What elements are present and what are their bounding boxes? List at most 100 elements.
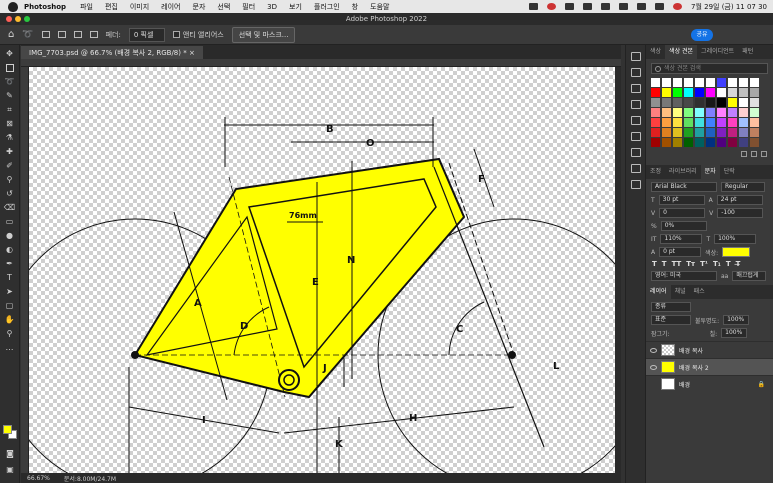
new-swatch-icon[interactable] [751,151,757,157]
document-size[interactable]: 문서:8.00M/24.7M [64,474,116,483]
color-swatch[interactable] [673,88,682,97]
color-swatch[interactable] [728,88,737,97]
clone-source-icon[interactable] [630,148,641,157]
document-canvas[interactable]: B O F 76mm N E A D C L J I H K [29,67,621,473]
color-swatch[interactable] [651,128,660,137]
select-and-mask-button[interactable]: 선택 및 마스크... [231,26,296,43]
color-swatch[interactable] [717,88,726,97]
sync-icon[interactable] [565,3,574,10]
type-tool[interactable]: T [4,272,16,283]
color-swatch[interactable] [695,108,704,117]
faux-italic-button[interactable]: T [662,260,667,268]
new-group-icon[interactable] [741,151,747,157]
tsume-input[interactable]: 0% [660,221,707,231]
trash-icon[interactable] [761,151,767,157]
zoom-tool[interactable]: ⚲ [4,328,16,339]
color-swatch[interactable] [695,78,704,87]
color-swatch[interactable] [684,138,693,147]
color-swatch[interactable] [662,98,671,107]
tab-color[interactable]: 색상 [646,45,665,59]
color-swatch[interactable] [706,128,715,137]
antialias-select[interactable]: 매끄럽게 [732,271,767,281]
menu-app-name[interactable]: Photoshop [24,3,66,11]
color-swatch[interactable] [684,78,693,87]
cloud-icon[interactable] [529,3,538,10]
blend-mode-select[interactable]: 표준 [651,315,691,325]
color-swatch[interactable] [750,78,759,87]
eyedropper-tool[interactable]: ⚗ [4,132,16,143]
superscript-button[interactable]: T¹ [700,260,708,268]
color-swatch[interactable] [717,108,726,117]
fill-input[interactable]: 100% [721,328,748,338]
vertical-scale-input[interactable]: 110% [660,234,703,244]
font-family-select[interactable]: Arial Black [651,182,717,192]
color-swatch[interactable] [706,108,715,117]
home-icon[interactable]: ⌂ [8,29,14,40]
color-swatch[interactable] [728,98,737,107]
color-swatch[interactable] [695,88,704,97]
color-swatch[interactable] [673,138,682,147]
color-swatch[interactable] [706,78,715,87]
opacity-input[interactable]: 100% [723,315,750,325]
color-swatch[interactable] [750,138,759,147]
color-swatch[interactable] [739,138,748,147]
color-swatch[interactable] [706,118,715,127]
small-caps-button[interactable]: Tт [686,260,695,268]
layer-filter-select[interactable]: 종류 [651,302,691,312]
color-swatch[interactable] [684,118,693,127]
color-swatch[interactable] [717,118,726,127]
color-swatch[interactable] [662,88,671,97]
history-panel-icon[interactable] [630,52,641,61]
color-swatch[interactable] [651,98,660,107]
color-swatch[interactable] [662,118,671,127]
new-selection-icon[interactable] [41,31,50,38]
color-swatch[interactable] [695,138,704,147]
color-swatch[interactable] [684,98,693,107]
tab-character[interactable]: 문자 [700,165,720,179]
color-swatch[interactable] [662,78,671,87]
feather-input[interactable]: 0 픽셀 [128,27,165,42]
properties-panel-icon[interactable] [630,68,641,77]
color-swatch[interactable] [750,98,759,107]
baseline-shift-input[interactable]: 0 pt [659,247,702,257]
subscript-button[interactable]: T₁ [713,260,721,268]
strikethrough-button[interactable]: T̶ [736,260,741,268]
eraser-tool[interactable]: ⌫ [4,202,16,213]
color-swatch[interactable] [706,88,715,97]
layer-row[interactable]: 배경 🔒 [646,375,773,392]
color-swatch[interactable] [695,98,704,107]
color-swatch[interactable] [651,118,660,127]
document-tab[interactable]: IMG_7703.psd @ 66.7% (배경 복사 2, RGB/8) * … [21,46,203,59]
add-selection-icon[interactable] [57,31,66,38]
search-icon[interactable] [637,3,646,10]
actions-panel-icon[interactable] [630,132,641,141]
more-tools[interactable]: … [4,342,16,353]
underline-button[interactable]: T [726,260,731,268]
leading-input[interactable]: 24 pt [716,195,763,205]
color-swatch[interactable] [695,128,704,137]
menu-help[interactable]: 도움말 [370,2,389,12]
healing-brush-tool[interactable]: ✚ [4,146,16,157]
control-center-icon[interactable] [655,3,664,10]
tracking-input[interactable]: -100 [717,208,764,218]
blur-tool[interactable]: ● [4,230,16,241]
font-style-select[interactable]: Regular [721,182,765,192]
foreground-color-swatch[interactable] [3,425,12,434]
horizontal-ruler[interactable] [21,59,621,67]
menu-window[interactable]: 창 [352,2,358,12]
text-color-swatch[interactable] [722,247,751,257]
rectangle-tool[interactable]: ▢ [4,300,16,311]
visibility-eye-icon[interactable] [650,364,657,370]
menu-plugins[interactable]: 플러그인 [314,2,340,12]
color-swatch[interactable] [728,138,737,147]
menu-select[interactable]: 선택 [217,2,230,12]
color-swatch[interactable] [717,78,726,87]
gradient-tool[interactable]: ▭ [4,216,16,227]
apple-icon[interactable] [8,1,18,12]
antialias-checkbox[interactable]: 앤티 앨리어스 [172,30,224,40]
frame-tool[interactable]: ⊠ [4,118,16,129]
tab-libraries[interactable]: 라이브러리 [665,165,701,179]
clone-stamp-tool[interactable]: ⚲ [4,174,16,185]
color-swatch[interactable] [717,98,726,107]
lasso-tool-preset-icon[interactable]: ➰ [22,30,33,40]
